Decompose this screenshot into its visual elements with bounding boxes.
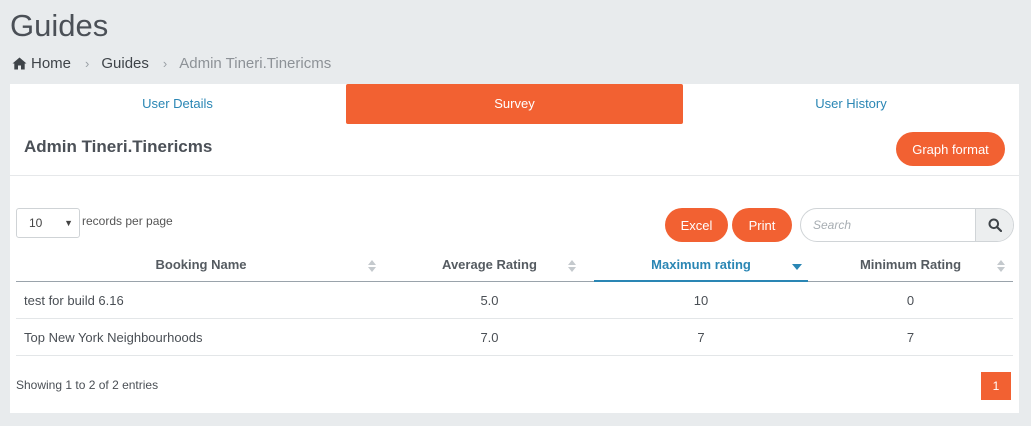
breadcrumb-current: Admin Tineri.Tinericms: [179, 55, 332, 72]
table-row: Top New York Neighbourhoods 7.0 7 7: [16, 319, 1013, 356]
pagination-page-1[interactable]: 1: [981, 372, 1011, 400]
tab-user-details[interactable]: User Details: [10, 84, 345, 124]
graph-format-button[interactable]: Graph format: [896, 132, 1005, 166]
cell-booking-name: test for build 6.16: [24, 293, 124, 308]
column-header-maximum-rating[interactable]: Maximum rating: [594, 252, 808, 282]
content-panel: User Details Survey User History Admin T…: [10, 84, 1019, 413]
table-info: Showing 1 to 2 of 2 entries: [16, 378, 159, 392]
page-title: Guides: [10, 8, 109, 43]
records-per-page-value: 10: [29, 216, 43, 230]
records-per-page-label: records per page: [82, 214, 173, 228]
search-placeholder: Search: [813, 218, 852, 232]
profile-name: Admin Tineri.Tinericms: [24, 137, 213, 156]
cell-average-rating: 5.0: [480, 293, 499, 308]
sort-icon: [997, 260, 1005, 272]
sort-icon: [368, 260, 376, 272]
caret-down-icon: ▼: [64, 218, 73, 228]
cell-booking-name: Top New York Neighbourhoods: [24, 330, 203, 345]
home-icon: [12, 57, 27, 70]
tab-user-history[interactable]: User History: [683, 84, 1019, 124]
table-header: Booking Name Average Rating Maximum rati…: [16, 252, 1013, 282]
records-per-page-select[interactable]: 10 ▼: [16, 208, 80, 238]
excel-button[interactable]: Excel: [665, 208, 728, 242]
table-row: test for build 6.16 5.0 10 0: [16, 282, 1013, 319]
cell-maximum-rating: 10: [693, 293, 709, 308]
chevron-right-icon: ›: [85, 56, 90, 71]
sort-icon: [568, 260, 576, 272]
chevron-right-icon: ›: [162, 56, 168, 71]
column-header-average-rating[interactable]: Average Rating: [386, 252, 593, 282]
column-header-booking-name[interactable]: Booking Name: [16, 252, 386, 282]
tab-bar: User Details Survey User History: [10, 84, 1019, 124]
search-input[interactable]: Search: [800, 208, 1014, 242]
print-button[interactable]: Print: [732, 208, 792, 242]
sort-desc-icon: [792, 264, 802, 270]
breadcrumb-home[interactable]: Home: [31, 55, 71, 72]
breadcrumb-guides[interactable]: Guides: [101, 55, 149, 72]
column-header-minimum-rating[interactable]: Minimum Rating: [808, 252, 1013, 282]
divider: [10, 175, 1019, 176]
tab-survey[interactable]: Survey: [346, 84, 683, 124]
breadcrumb: Home › Guides › Admin Tineri.Tinericms: [12, 55, 331, 72]
cell-average-rating: 7.0: [480, 330, 499, 345]
cell-minimum-rating: 7: [906, 330, 915, 345]
search-icon: [988, 218, 1002, 232]
search-button[interactable]: [975, 209, 1013, 241]
cell-maximum-rating: 7: [697, 330, 705, 345]
cell-minimum-rating: 0: [906, 293, 915, 308]
